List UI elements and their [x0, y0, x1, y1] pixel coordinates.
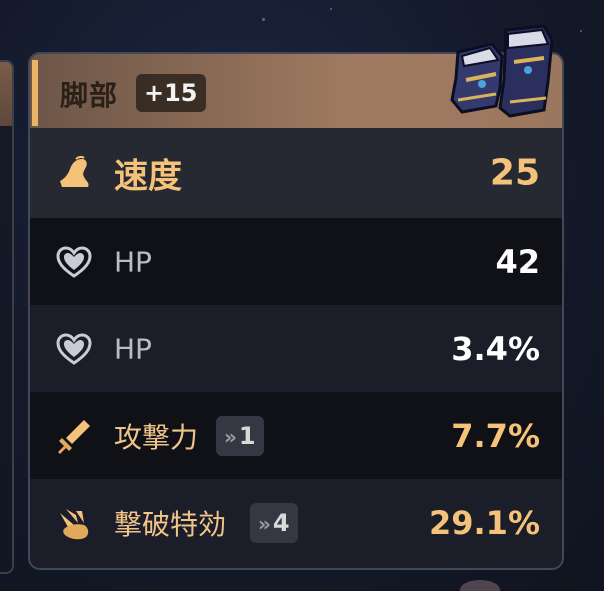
sub-stat-value: 42	[495, 242, 540, 281]
sub-stat-row: 撃破特効 »4 29.1%	[30, 479, 562, 566]
upgrade-rolls-badge: »1	[216, 415, 264, 456]
sub-stat-label: 撃破特効	[114, 507, 227, 541]
sub-stat-value: 29.1%	[428, 503, 540, 542]
sub-stat-label: HP	[114, 332, 152, 365]
main-stat-row: 速度 25	[30, 128, 562, 218]
main-stat-value: 25	[489, 152, 540, 194]
speed-icon	[60, 155, 89, 187]
sub-stat-label: 攻撃力	[114, 420, 199, 454]
background-star	[330, 8, 332, 10]
background-star	[580, 30, 582, 32]
upgrade-rolls-count: 1	[238, 421, 256, 450]
sub-stat-value: 7.7%	[451, 416, 540, 455]
header-accent-bar	[32, 60, 38, 126]
relic-boots-icon	[450, 24, 554, 118]
game-screen: 脚部 +15 速度 25 HP 42 HP 3.4% 攻撃力 »1 7.7% 撃…	[0, 0, 604, 591]
relic-card[interactable]: 脚部 +15 速度 25 HP 42 HP 3.4% 攻撃力 »1 7.7% 撃…	[28, 52, 564, 570]
adjacent-relic-card[interactable]	[0, 60, 14, 574]
sub-stat-row: HP 42	[30, 218, 562, 305]
double-chevron-icon: »	[258, 511, 271, 536]
relic-level-badge: +15	[136, 74, 206, 112]
hp-heart-icon	[56, 332, 92, 365]
main-stat-label: 速度	[114, 156, 182, 197]
sub-stat-label: HP	[114, 245, 152, 278]
background-star	[262, 18, 265, 21]
adjacent-card-header	[0, 62, 12, 126]
sub-stat-row: 攻撃力 »1 7.7%	[30, 392, 562, 479]
hp-heart-icon	[56, 245, 92, 278]
double-chevron-icon: »	[224, 424, 237, 449]
upgrade-rolls-count: 4	[272, 508, 290, 537]
break-effect-icon	[60, 508, 89, 539]
relic-slot-name: 脚部	[60, 79, 119, 112]
ornament-fragment	[460, 580, 500, 591]
upgrade-rolls-badge: »4	[250, 502, 298, 543]
atk-sword-icon	[58, 419, 90, 454]
sub-stat-value: 3.4%	[451, 329, 540, 368]
sub-stat-row: HP 3.4%	[30, 305, 562, 392]
